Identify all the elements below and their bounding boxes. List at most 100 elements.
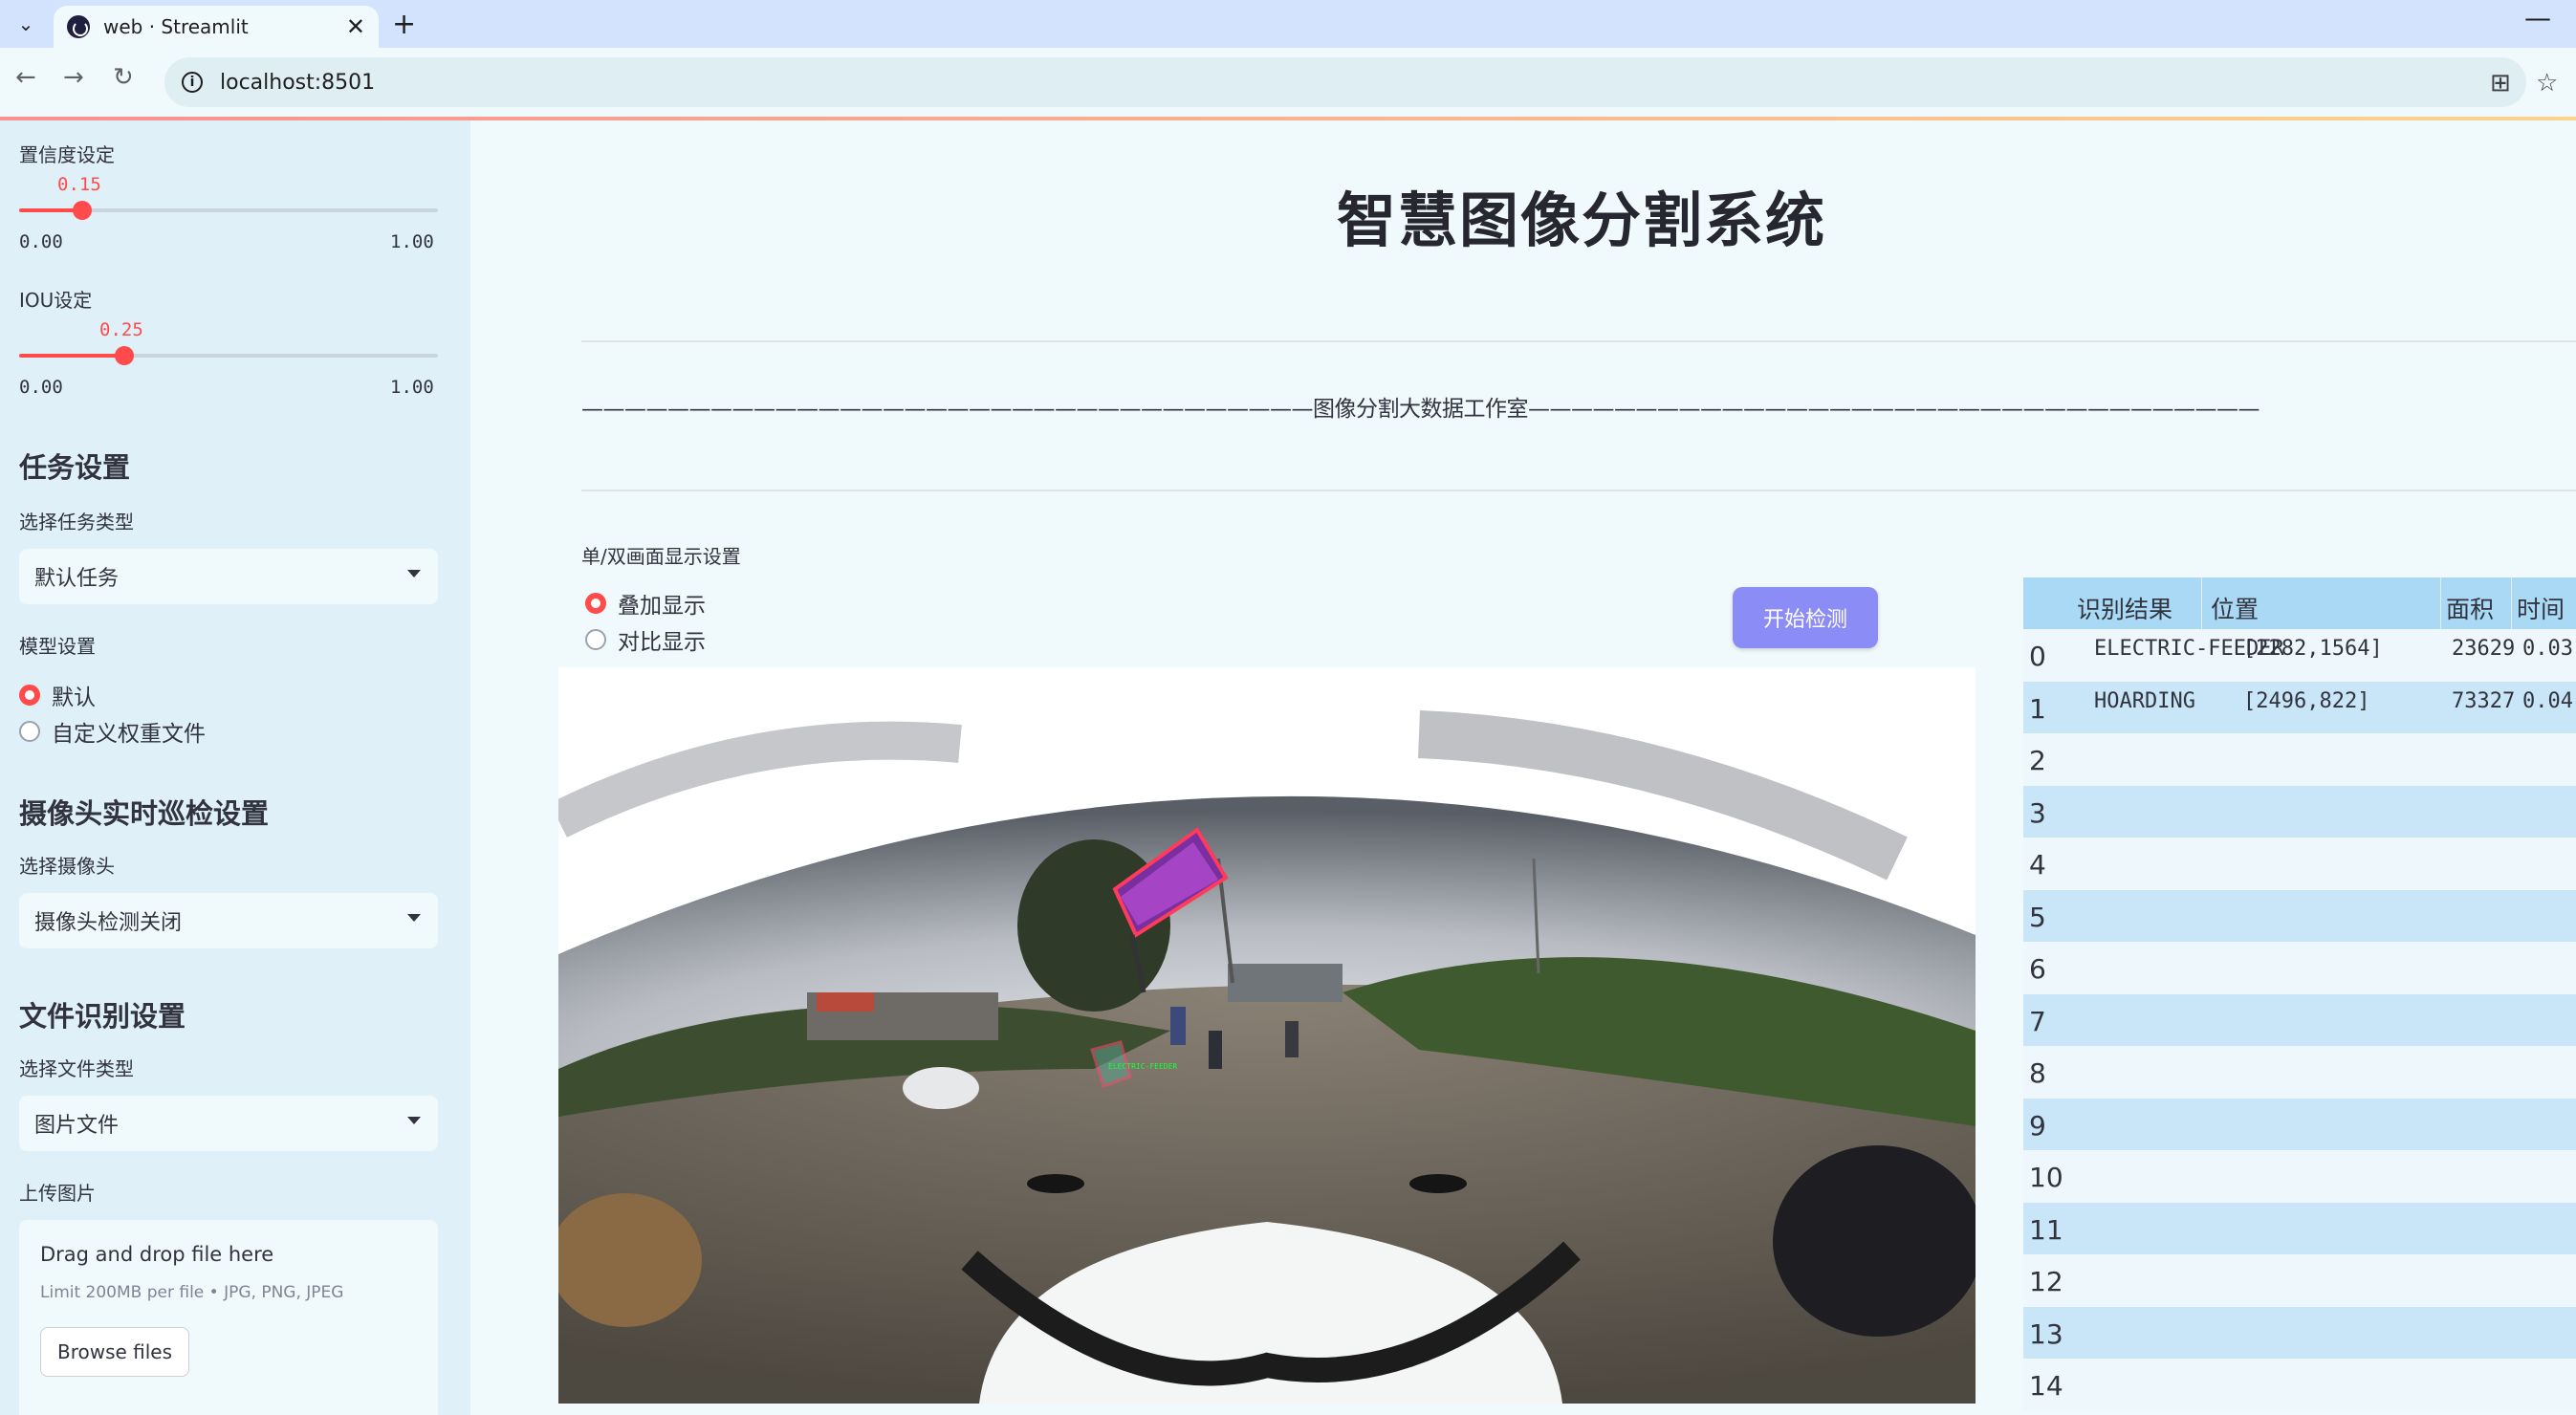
cell-time: 0.04 <box>2522 688 2573 713</box>
row-index: 14 <box>2029 1370 2063 1402</box>
translate-icon[interactable]: ⊞ <box>2490 69 2511 98</box>
forward-arrow-icon[interactable]: → <box>63 63 84 92</box>
file-type-value: 图片文件 <box>34 1114 120 1138</box>
display-radio-overlay[interactable]: 叠加显示 <box>585 587 706 620</box>
camera-settings-heading: 摄像头实时巡检设置 <box>19 797 270 830</box>
row-index: 6 <box>2029 953 2046 985</box>
cell-area: 23629 <box>2452 637 2516 661</box>
row-index: 2 <box>2029 745 2046 776</box>
table-body: 0 ELECTRIC-FEEDER [2282,1564] 23629 0.03 1 HOA… <box>2023 629 2576 1411</box>
column-header-position[interactable]: 位置 <box>2211 591 2259 625</box>
reload-icon[interactable]: ↻ <box>113 63 134 92</box>
table-row[interactable]: 6 <box>2023 942 2576 994</box>
iou-slider-thumb[interactable] <box>115 346 134 365</box>
model-option-label: 默认 <box>52 686 96 710</box>
confidence-label: 置信度设定 <box>19 143 115 166</box>
page-title: 智慧图像分割系统 <box>1336 185 1826 255</box>
model-radio-default[interactable]: 默认 <box>19 679 96 711</box>
table-row[interactable]: 11 <box>2023 1202 2576 1254</box>
dropzone-limit: Limit 200MB per file • JPG, PNG, JPEG <box>40 1283 344 1302</box>
iou-slider-fill <box>19 354 124 358</box>
row-index: 13 <box>2029 1317 2063 1350</box>
camera-label: 选择摄像头 <box>19 855 115 878</box>
file-dropzone[interactable]: Drag and drop file here Limit 200MB per … <box>19 1220 438 1415</box>
new-tab-icon[interactable]: + <box>392 8 416 41</box>
iou-value: 0.25 <box>99 319 143 340</box>
row-index: 11 <box>2029 1213 2063 1246</box>
divider <box>581 340 2576 342</box>
panorama-scene: ELECTRIC-FEEDER <box>558 710 1976 1404</box>
tab-title: web · Streamlit <box>103 15 249 38</box>
site-info-icon[interactable]: i <box>182 72 203 93</box>
column-header-result[interactable]: 识别结果 <box>2077 591 2172 625</box>
results-table[interactable]: 识别结果 位置 面积 时间 0 ELECTRIC-FEEDER [2282,1564… <box>2023 577 2576 1411</box>
camera-value: 摄像头检测关闭 <box>34 911 183 935</box>
radio-checked-icon <box>19 685 40 706</box>
overlay-label-electric-feeder: ELECTRIC-FEEDER <box>1108 1062 1177 1071</box>
streamlit-favicon-icon <box>67 15 90 38</box>
bookmark-star-icon[interactable]: ☆ <box>2536 69 2558 98</box>
row-index: 12 <box>2029 1266 2063 1297</box>
back-arrow-icon[interactable]: ← <box>15 63 36 92</box>
table-row[interactable]: 4 <box>2023 838 2576 890</box>
table-row[interactable]: 1 HOARDING [2496,822] 73327 0.04 <box>2023 681 2576 733</box>
table-row[interactable]: 8 <box>2023 1046 2576 1099</box>
browse-files-button[interactable]: Browse files <box>40 1327 189 1377</box>
task-type-label: 选择任务类型 <box>19 511 134 533</box>
row-index: 9 <box>2029 1109 2046 1142</box>
radio-unchecked-icon <box>19 721 40 742</box>
iou-max: 1.00 <box>390 377 434 398</box>
table-row[interactable]: 14 <box>2023 1359 2576 1411</box>
studio-banner: ——————————————————————————————————图像分割大数… <box>581 397 2260 422</box>
radio-unchecked-icon <box>585 629 606 650</box>
minimize-window-icon[interactable]: — <box>2524 2 2551 33</box>
chevron-down-icon <box>407 914 421 922</box>
omnibox[interactable]: i localhost:8501 <box>164 57 2526 107</box>
table-row[interactable]: 9 <box>2023 1098 2576 1150</box>
model-option-label: 自定义权重文件 <box>52 722 206 747</box>
display-radio-compare[interactable]: 对比显示 <box>585 623 706 656</box>
row-index: 4 <box>2029 849 2046 881</box>
task-type-select[interactable]: 默认任务 <box>19 549 438 604</box>
table-row[interactable]: 10 <box>2023 1150 2576 1203</box>
start-detection-button[interactable]: 开始检测 <box>1733 587 1878 648</box>
row-index: 0 <box>2029 641 2046 672</box>
table-row[interactable]: 5 <box>2023 889 2576 942</box>
row-index: 3 <box>2029 796 2046 829</box>
cell-area: 73327 <box>2452 688 2516 713</box>
row-index: 1 <box>2029 692 2046 725</box>
row-index: 7 <box>2029 1005 2046 1037</box>
upload-label: 上传图片 <box>19 1182 96 1205</box>
column-header-area[interactable]: 面积 <box>2446 591 2494 625</box>
url-text[interactable]: localhost:8501 <box>220 71 375 95</box>
browser-tab[interactable]: web · Streamlit ✕ <box>54 6 379 48</box>
table-row[interactable]: 12 <box>2023 1254 2576 1307</box>
close-tab-icon[interactable]: ✕ <box>346 13 365 40</box>
cell-result: HOARDING <box>2094 688 2195 713</box>
display-option-label: 叠加显示 <box>618 594 706 619</box>
task-type-value: 默认任务 <box>34 567 120 591</box>
table-row[interactable]: 2 <box>2023 733 2576 786</box>
radio-checked-icon <box>585 593 606 614</box>
chevron-down-icon <box>407 1117 421 1124</box>
model-radio-custom[interactable]: 自定义权重文件 <box>19 715 206 748</box>
display-option-label: 对比显示 <box>618 630 706 655</box>
file-type-select[interactable]: 图片文件 <box>19 1096 438 1151</box>
divider <box>581 490 2576 491</box>
column-header-time[interactable]: 时间 <box>2517 591 2565 625</box>
row-index: 8 <box>2029 1057 2046 1089</box>
camera-select[interactable]: 摄像头检测关闭 <box>19 893 438 948</box>
tab-search-chevron-icon[interactable]: ⌄ <box>10 8 42 40</box>
iou-slider[interactable] <box>19 346 438 365</box>
table-row[interactable]: 7 <box>2023 993 2576 1046</box>
cell-time: 0.03 <box>2522 637 2573 661</box>
table-row[interactable]: 0 ELECTRIC-FEEDER [2282,1564] 23629 0.03 <box>2023 629 2576 682</box>
file-settings-heading: 文件识别设置 <box>19 1000 186 1033</box>
row-index: 5 <box>2029 901 2046 933</box>
chevron-down-icon <box>407 570 421 577</box>
dropzone-title: Drag and drop file here <box>40 1243 274 1266</box>
table-row[interactable]: 13 <box>2023 1306 2576 1359</box>
cell-position: [2496,822] <box>2243 688 2370 713</box>
table-header: 识别结果 位置 面积 时间 <box>2023 577 2576 629</box>
table-row[interactable]: 3 <box>2023 785 2576 838</box>
